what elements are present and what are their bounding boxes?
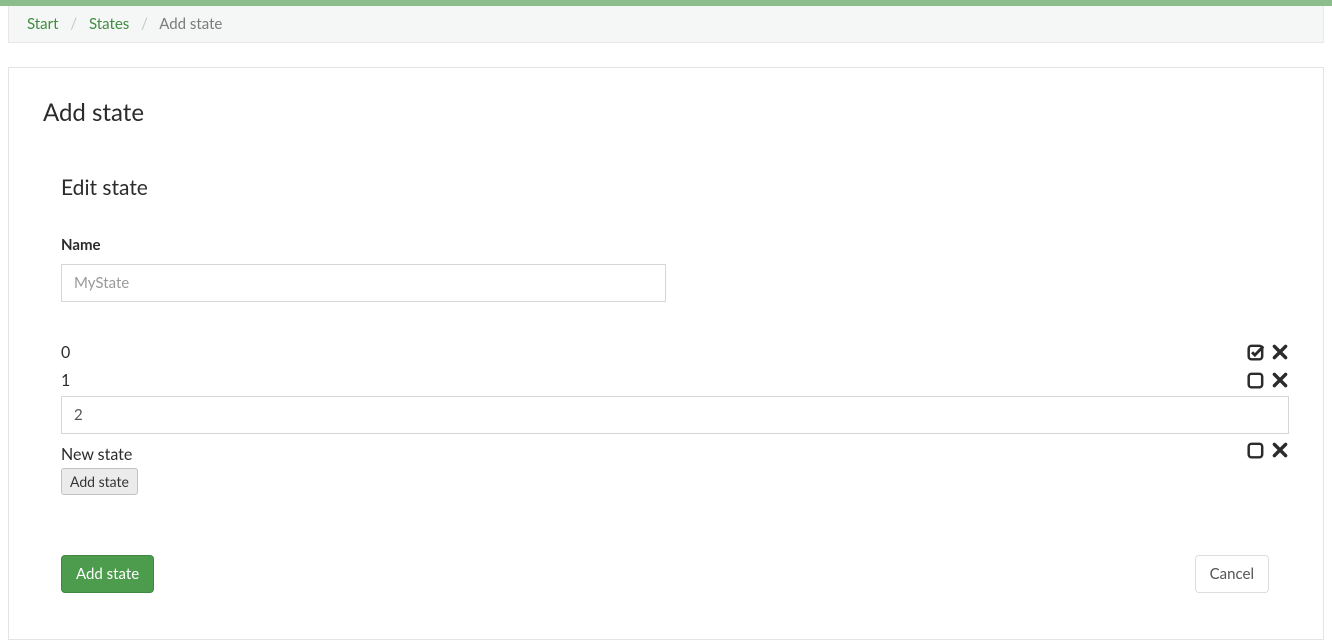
breadcrumb: Start / States / Add state: [8, 6, 1324, 43]
page-title: Add state: [43, 98, 1289, 127]
breadcrumb-start[interactable]: Start: [27, 15, 58, 33]
submit-button[interactable]: Add state: [61, 555, 154, 593]
breadcrumb-separator: /: [70, 15, 77, 33]
footer-actions: Add state Cancel: [43, 555, 1289, 593]
breadcrumb-current: Add state: [159, 15, 222, 33]
square-icon[interactable]: [1247, 371, 1265, 389]
name-label: Name: [61, 236, 1289, 254]
name-input[interactable]: [61, 264, 666, 302]
state-value-input[interactable]: [61, 396, 1289, 434]
state-value: 1: [61, 371, 70, 390]
state-row-editing: [61, 396, 1289, 434]
close-icon[interactable]: [1271, 371, 1289, 389]
section-title: Edit state: [61, 175, 1289, 200]
state-row: 1: [61, 366, 1289, 394]
new-state-label: New state: [61, 445, 132, 464]
breadcrumb-separator: /: [141, 15, 148, 33]
new-state-row: New state: [61, 436, 1289, 464]
state-row: 0: [61, 338, 1289, 366]
check-square-icon[interactable]: [1247, 343, 1265, 361]
close-icon[interactable]: [1271, 441, 1289, 459]
states-list: 0: [61, 338, 1289, 495]
breadcrumb-states[interactable]: States: [89, 15, 129, 33]
cancel-button[interactable]: Cancel: [1195, 555, 1269, 593]
main-panel: Add state Edit state Name 0: [8, 67, 1324, 640]
state-value: 0: [61, 343, 70, 362]
square-icon[interactable]: [1247, 441, 1265, 459]
close-icon[interactable]: [1271, 343, 1289, 361]
add-state-inline-button[interactable]: Add state: [61, 468, 138, 495]
